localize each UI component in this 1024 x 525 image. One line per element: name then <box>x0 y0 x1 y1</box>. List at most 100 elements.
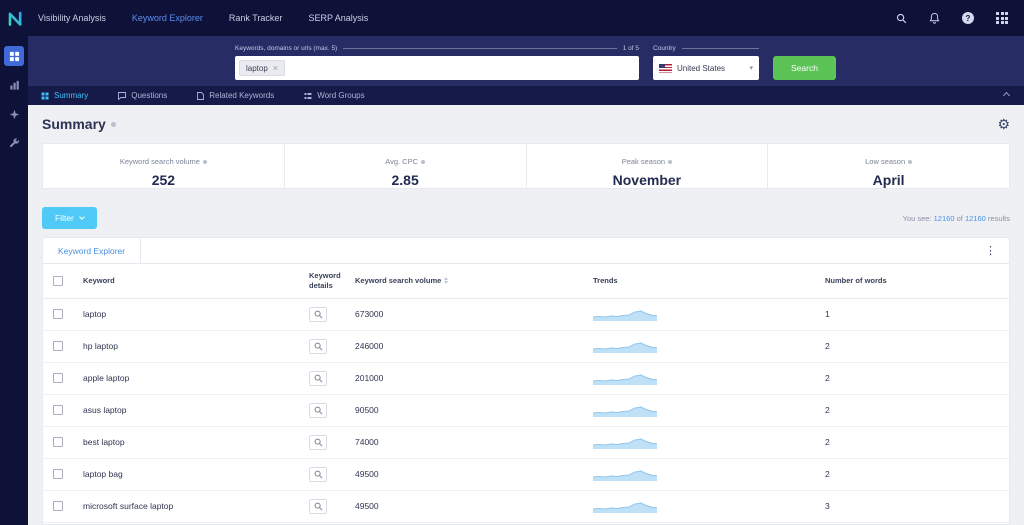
sidebar-item-extras[interactable] <box>4 104 24 124</box>
table-row: hp laptop 246000 2 <box>43 330 1009 363</box>
summary-icon <box>41 92 49 99</box>
keyword-chip-label: laptop <box>246 63 268 73</box>
filter-button[interactable]: Filter <box>42 207 97 229</box>
select-all-checkbox[interactable] <box>53 275 63 286</box>
keyword-cell: best laptop <box>83 437 125 447</box>
header-keyword[interactable]: Keyword <box>79 264 305 299</box>
magnifier-icon <box>314 438 322 446</box>
trend-sparkline <box>593 438 657 449</box>
panel-tab-keyword-explorer[interactable]: Keyword Explorer <box>43 238 142 263</box>
app-logo[interactable] <box>0 10 30 27</box>
field-rule <box>681 47 759 49</box>
chevron-down-icon: ▾ <box>749 65 753 72</box>
tab-word-groups[interactable]: Word Groups <box>304 91 365 100</box>
keyword-counter: 1 of 5 <box>622 44 639 52</box>
tab-related-keywords-label: Related Keywords <box>209 91 275 100</box>
page-title-text: Summary <box>42 116 106 132</box>
words-cell: 2 <box>825 341 830 351</box>
header-words[interactable]: Number of words <box>821 264 1009 299</box>
keyword-details-button[interactable] <box>309 338 327 354</box>
nav-keyword-explorer[interactable]: Keyword Explorer <box>132 13 203 23</box>
kebab-menu-icon[interactable]: ⋮ <box>985 244 1009 257</box>
trend-sparkline <box>593 374 657 385</box>
keyword-chip[interactable]: laptop × <box>239 60 286 76</box>
row-checkbox[interactable] <box>53 501 63 512</box>
sidebar-item-dashboard[interactable] <box>4 46 24 66</box>
keyword-cell: hp laptop <box>83 341 118 351</box>
tab-questions[interactable]: Questions <box>118 91 167 100</box>
keyword-details-button[interactable] <box>309 434 327 450</box>
stat-label: Peak season <box>621 157 666 166</box>
collapse-panel-button[interactable] <box>1002 91 1011 100</box>
row-checkbox[interactable] <box>53 309 63 320</box>
keyword-cell: microsoft surface laptop <box>83 501 174 511</box>
field-rule <box>343 47 617 49</box>
tab-related-keywords[interactable]: Related Keywords <box>197 91 274 100</box>
sort-icon[interactable] <box>444 277 449 285</box>
chevron-up-icon <box>1002 91 1011 100</box>
info-icon[interactable] <box>202 159 207 164</box>
info-icon[interactable] <box>908 159 913 164</box>
nav-visibility-analysis[interactable]: Visibility Analysis <box>38 13 106 23</box>
keyword-table-container: Keyword Keyword details Keyword search v… <box>42 264 1010 525</box>
main-nav: Visibility Analysis Keyword Explorer Ran… <box>38 13 368 23</box>
nav-rank-tracker[interactable]: Rank Tracker <box>229 13 283 23</box>
volume-cell: 49500 <box>355 501 379 511</box>
volume-cell: 90500 <box>355 405 379 415</box>
keyword-details-button[interactable] <box>309 402 327 418</box>
section-tabbar: Summary Questions Related Keywords Word … <box>28 86 1024 105</box>
volume-cell: 673000 <box>355 309 384 319</box>
row-checkbox[interactable] <box>53 469 63 480</box>
search-button[interactable]: Search <box>773 56 836 80</box>
header-trends: Trends <box>589 264 821 299</box>
keyword-details-button[interactable] <box>309 498 327 514</box>
country-field-header: Country <box>653 43 759 53</box>
info-icon[interactable] <box>421 159 426 164</box>
words-cell: 2 <box>825 469 830 479</box>
wrench-icon <box>9 137 19 147</box>
help-icon[interactable]: ? <box>962 12 974 24</box>
trend-sparkline <box>593 470 657 481</box>
stat-value: 252 <box>151 172 176 188</box>
row-checkbox[interactable] <box>53 437 63 448</box>
main-content: Summary ⚙ Keyword search volume 252 Avg.… <box>28 105 1024 525</box>
chart-icon <box>9 80 19 90</box>
gear-icon[interactable]: ⚙ <box>997 117 1010 131</box>
country-select[interactable]: United States ▾ <box>653 56 759 80</box>
apps-grid-icon[interactable] <box>996 12 1008 24</box>
keywords-field-header: Keywords, domains or urls (max. 5) 1 of … <box>235 43 639 53</box>
header-keyword-details: Keyword details <box>305 264 351 299</box>
keyword-details-button[interactable] <box>309 466 327 482</box>
magnifier-icon <box>314 342 322 350</box>
bell-icon[interactable] <box>929 12 940 24</box>
row-checkbox[interactable] <box>53 405 63 416</box>
info-icon[interactable] <box>668 159 673 164</box>
keyword-details-button[interactable] <box>309 306 327 322</box>
stat-avg-cpc: Avg. CPC 2.85 <box>283 144 526 188</box>
header-volume[interactable]: Keyword search volume <box>351 264 589 299</box>
app-window: Visibility Analysis Keyword Explorer Ran… <box>0 0 1024 525</box>
keyword-cell: laptop <box>83 309 107 319</box>
keyword-details-button[interactable] <box>309 370 327 386</box>
search-icon[interactable] <box>896 13 907 24</box>
stat-value: November <box>612 172 682 188</box>
topbar-actions: ? <box>896 12 1024 24</box>
nav-serp-analysis[interactable]: SERP Analysis <box>308 13 368 23</box>
table-row: laptop bag 49500 2 <box>43 458 1009 491</box>
info-icon[interactable] <box>110 121 116 127</box>
chip-close-icon[interactable]: × <box>273 63 278 73</box>
sidebar-item-reports[interactable] <box>4 75 24 95</box>
row-checkbox[interactable] <box>53 341 63 352</box>
results-total: 12160 <box>964 213 986 223</box>
stat-label: Keyword search volume <box>119 157 200 166</box>
keywords-label: Keywords, domains or urls (max. 5) <box>235 44 338 52</box>
volume-cell: 246000 <box>355 341 384 351</box>
sidebar-item-tools[interactable] <box>4 133 24 153</box>
words-cell: 1 <box>825 309 830 319</box>
dashboard-icon <box>9 51 19 61</box>
words-cell: 2 <box>825 437 830 447</box>
tab-summary[interactable]: Summary <box>41 91 88 100</box>
keywords-input[interactable]: laptop × <box>235 56 639 80</box>
keywords-field: Keywords, domains or urls (max. 5) 1 of … <box>235 43 639 80</box>
row-checkbox[interactable] <box>53 373 63 384</box>
